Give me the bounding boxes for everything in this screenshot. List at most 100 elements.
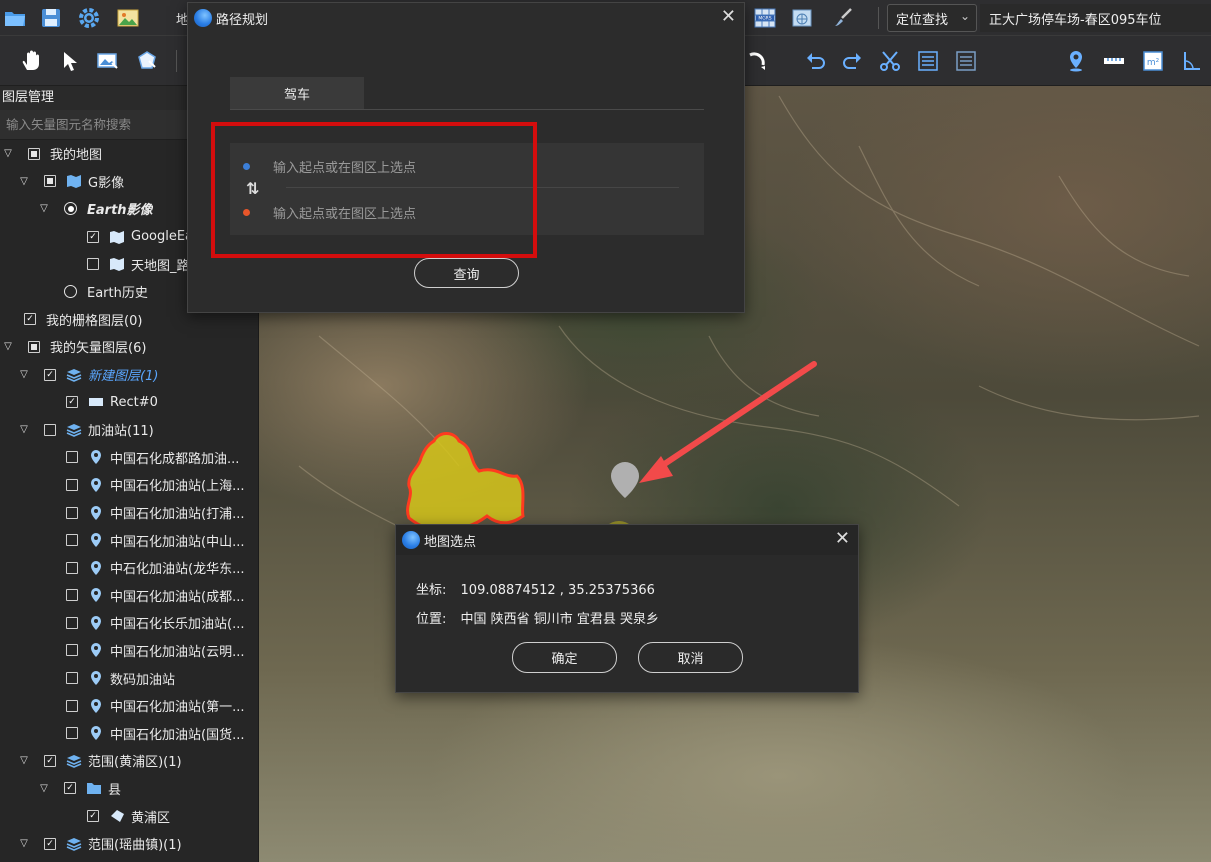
tree-item-label: 新建图层(1): [88, 369, 159, 385]
confirm-button[interactable]: 确定: [512, 642, 617, 673]
redo-icon[interactable]: [838, 46, 868, 76]
tree-item-label: 加油站(11): [88, 424, 154, 440]
tree-item-rect[interactable]: ✓ Rect#0: [0, 388, 258, 416]
layers-icon: [66, 368, 82, 382]
area-m2-icon[interactable]: m²: [1138, 46, 1168, 76]
tree-item-poi[interactable]: 中石化加油站(龙华东...: [0, 554, 258, 582]
pin-icon[interactable]: [1061, 46, 1091, 76]
map-marker-pin[interactable]: [611, 462, 639, 498]
radio-button[interactable]: [64, 285, 77, 299]
ruler-icon[interactable]: [1099, 46, 1129, 76]
checkbox[interactable]: ✓: [66, 396, 78, 409]
checkbox[interactable]: ✓: [24, 313, 36, 326]
scissors-icon[interactable]: [875, 46, 905, 76]
angle-icon[interactable]: [1176, 46, 1206, 76]
tree-item-poi[interactable]: 中国石化加油站(中山...: [0, 526, 258, 554]
query-button[interactable]: 查询: [414, 258, 519, 288]
tree-item-label: 数码加油站: [110, 672, 176, 688]
tree-item-vector-layers[interactable]: ▽ 我的矢量图层(6): [0, 333, 258, 361]
tree-item-poi[interactable]: 中国石化加油站(国货...: [0, 719, 258, 747]
undo-icon[interactable]: [800, 46, 830, 76]
tree-item-poi[interactable]: 中国石化加油站(云明...: [0, 637, 258, 665]
checkbox[interactable]: [66, 478, 78, 491]
image-icon[interactable]: [113, 3, 143, 33]
globe-window-icon[interactable]: [787, 3, 817, 33]
app-logo-icon: [402, 531, 420, 549]
tree-item-label: 中国石化成都路加油...: [110, 451, 240, 467]
checkbox[interactable]: ✓: [44, 754, 56, 767]
tree-item-county[interactable]: ▽ ✓ 县: [0, 775, 258, 803]
tree-item-poi[interactable]: 中国石化加油站(上海...: [0, 471, 258, 499]
tree-item-poi[interactable]: 中国石化长乐加油站(...: [0, 609, 258, 637]
tree-item-poi[interactable]: 中国石化加油站(打浦...: [0, 499, 258, 527]
checkbox[interactable]: [66, 672, 78, 685]
checkbox[interactable]: [66, 727, 78, 740]
checkbox[interactable]: [87, 258, 99, 271]
highlight-polygon[interactable]: [406, 432, 525, 531]
locate-mode-select[interactable]: 定位查找 ⌄: [887, 4, 977, 32]
tree-item-poi[interactable]: 中国石化加油站(成都...: [0, 582, 258, 610]
tree-item-poi[interactable]: 中国石化成都路加油...: [0, 444, 258, 472]
tree-item-gas-stations[interactable]: ▽ 加油站(11): [0, 416, 258, 444]
locate-input[interactable]: 正大广场停车场-春区095车位: [980, 4, 1211, 32]
rotate-icon[interactable]: [742, 46, 772, 76]
tree-item-label: G影像: [88, 175, 125, 191]
cancel-button[interactable]: 取消: [638, 642, 743, 673]
list-icon[interactable]: [913, 46, 943, 76]
close-icon[interactable]: ✕: [835, 529, 850, 549]
tree-item-range-huangpu[interactable]: ▽ ✓ 范围(黄浦区)(1): [0, 747, 258, 775]
tree-item-label: 中国石化加油站(云明...: [110, 644, 245, 660]
close-icon[interactable]: ✕: [721, 7, 736, 27]
tree-item-new-layer[interactable]: ▽ ✓ 新建图层(1): [0, 361, 258, 389]
tree-item-range-yaoqu[interactable]: ▽ ✓ 范围(瑶曲镇)(1): [0, 830, 258, 858]
image-select-icon[interactable]: [93, 46, 123, 76]
checkbox[interactable]: [44, 175, 56, 188]
checkbox[interactable]: ✓: [44, 837, 56, 850]
brush-icon[interactable]: [828, 3, 858, 33]
checkbox[interactable]: [66, 699, 78, 712]
checkbox[interactable]: ✓: [87, 810, 99, 823]
checkbox[interactable]: [28, 340, 40, 353]
checkbox[interactable]: [44, 423, 56, 436]
mgrs-icon[interactable]: MGRS: [750, 3, 780, 33]
checkbox[interactable]: [66, 451, 78, 464]
tree-item-poi[interactable]: 数码加油站: [0, 664, 258, 692]
chevron-down-icon[interactable]: ▽: [18, 838, 30, 850]
chevron-down-icon[interactable]: ▽: [18, 755, 30, 767]
checkbox[interactable]: [66, 644, 78, 657]
tab-driving[interactable]: 驾车: [230, 77, 364, 109]
checkbox[interactable]: ✓: [64, 782, 76, 795]
location-pin-icon: [88, 505, 104, 520]
coordinate-label: 坐标:: [416, 583, 447, 598]
checkbox[interactable]: [28, 147, 40, 160]
radio-button[interactable]: [64, 202, 77, 216]
layers-icon: [66, 423, 82, 437]
save-icon[interactable]: [36, 3, 66, 33]
checkbox[interactable]: [66, 506, 78, 519]
checkbox[interactable]: [66, 561, 78, 574]
cursor-select-icon[interactable]: [55, 46, 85, 76]
chevron-down-icon[interactable]: ▽: [38, 782, 50, 794]
hand-pan-icon[interactable]: [17, 46, 47, 76]
polygon-select-icon[interactable]: [132, 46, 162, 76]
chevron-down-icon[interactable]: ▽: [38, 203, 50, 215]
chevron-down-icon[interactable]: ▽: [18, 369, 30, 381]
chevron-down-icon[interactable]: ▽: [2, 148, 14, 160]
chevron-down-icon[interactable]: ▽: [18, 175, 30, 187]
tree-item-label: 我的栅格图层(0): [46, 313, 143, 329]
chevron-down-icon[interactable]: ▽: [2, 341, 14, 353]
tree-item-label: 我的矢量图层(6): [50, 341, 147, 357]
settings-gear-icon[interactable]: [74, 3, 104, 33]
tree-item-label: 县: [108, 782, 122, 798]
checkbox[interactable]: [66, 534, 78, 547]
location-pin-icon: [88, 643, 104, 658]
tree-item-poi[interactable]: 中国石化加油站(第一...: [0, 692, 258, 720]
chevron-down-icon[interactable]: ▽: [18, 424, 30, 436]
checkbox[interactable]: [66, 589, 78, 602]
list-alt-icon[interactable]: [951, 46, 981, 76]
tree-item-huangpu[interactable]: ✓ 黄浦区: [0, 802, 258, 830]
checkbox[interactable]: ✓: [87, 230, 99, 243]
folder-open-icon[interactable]: [0, 3, 30, 33]
checkbox[interactable]: [66, 616, 78, 629]
checkbox[interactable]: ✓: [44, 368, 56, 381]
